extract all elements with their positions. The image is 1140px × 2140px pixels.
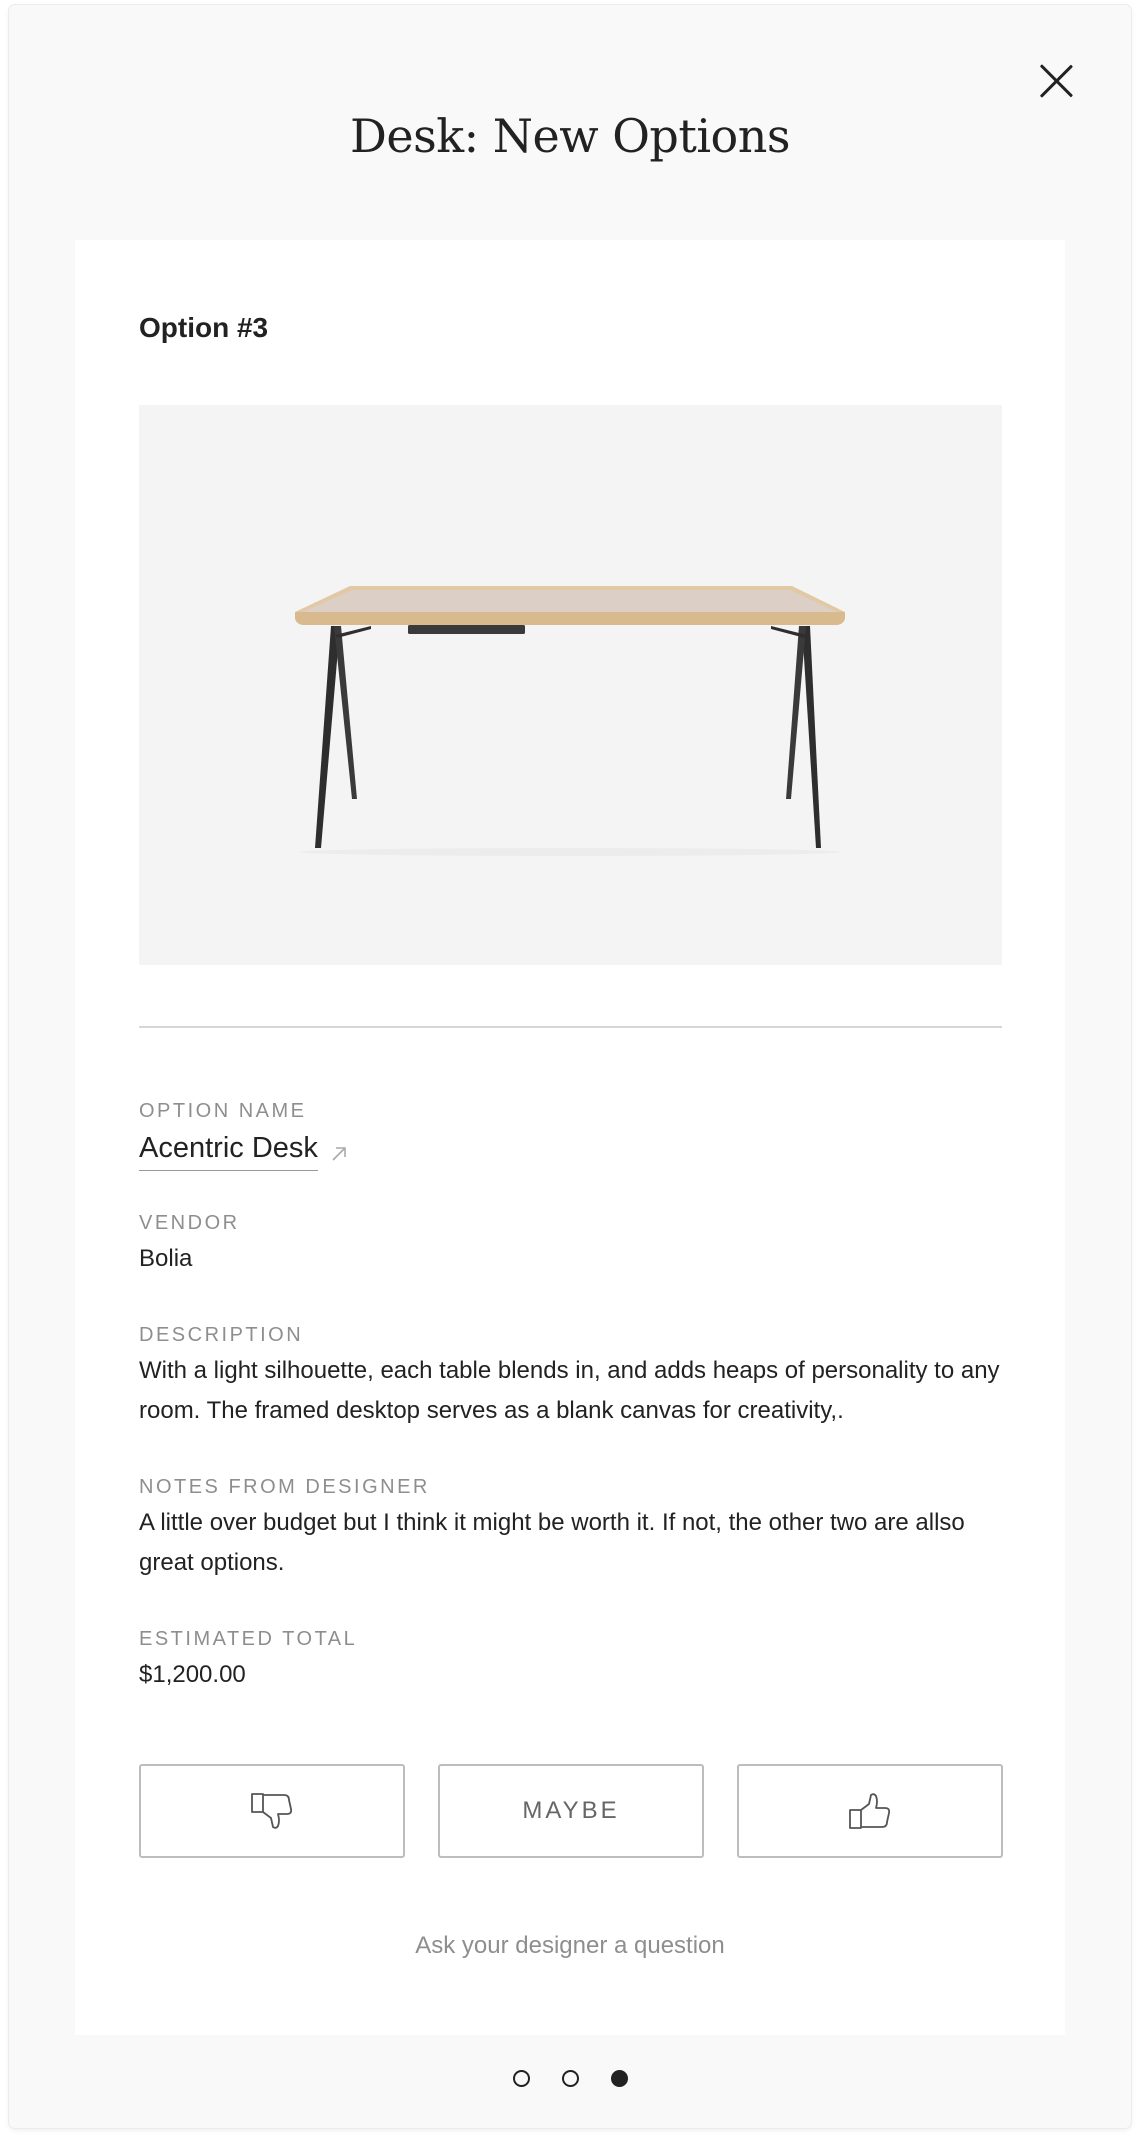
desk-illustration: [295, 586, 845, 856]
thumbs-down-icon: [251, 1793, 293, 1829]
estimated-total-label: ESTIMATED TOTAL: [139, 1628, 358, 1650]
description-value: With a light silhouette, each table blen…: [139, 1357, 1000, 1424]
option-heading: Option #3: [139, 312, 269, 343]
notes-label: NOTES FROM DESIGNER: [139, 1476, 430, 1498]
estimated-total-value: $1,200.00: [139, 1661, 246, 1688]
external-link-icon: [332, 1147, 346, 1161]
modal-title: Desk: New Options: [350, 109, 790, 163]
ask-designer-link[interactable]: Ask your designer a question: [75, 1932, 1065, 1960]
notes-value: A little over budget but I think it migh…: [139, 1509, 965, 1576]
maybe-button[interactable]: MAYBE: [438, 1764, 704, 1858]
divider: [139, 1026, 1002, 1028]
description-label: DESCRIPTION: [139, 1324, 304, 1346]
like-button[interactable]: [737, 1764, 1003, 1858]
option-card: Option #3 OPTION NAME Acentric Desk VEND…: [75, 240, 1065, 2035]
vendor-label: VENDOR: [139, 1212, 240, 1234]
thumbs-up-icon: [849, 1793, 891, 1829]
page-dot-2[interactable]: [561, 2070, 579, 2087]
maybe-label: MAYBE: [522, 1797, 620, 1824]
options-modal: Desk: New Options Option #3 OPTION NAME …: [9, 5, 1131, 2128]
page-dot-3[interactable]: [610, 2070, 628, 2087]
option-name-link[interactable]: Acentric Desk: [139, 1128, 348, 1171]
option-name-value[interactable]: Acentric Desk: [139, 1128, 318, 1171]
desk-image: [139, 405, 1002, 965]
page-dot-1[interactable]: [512, 2070, 530, 2087]
dislike-button[interactable]: [139, 1764, 405, 1858]
pagination: [9, 2070, 1131, 2087]
option-name-label: OPTION NAME: [139, 1100, 307, 1122]
close-icon[interactable]: [1035, 60, 1079, 104]
vendor-value: Bolia: [139, 1245, 193, 1272]
